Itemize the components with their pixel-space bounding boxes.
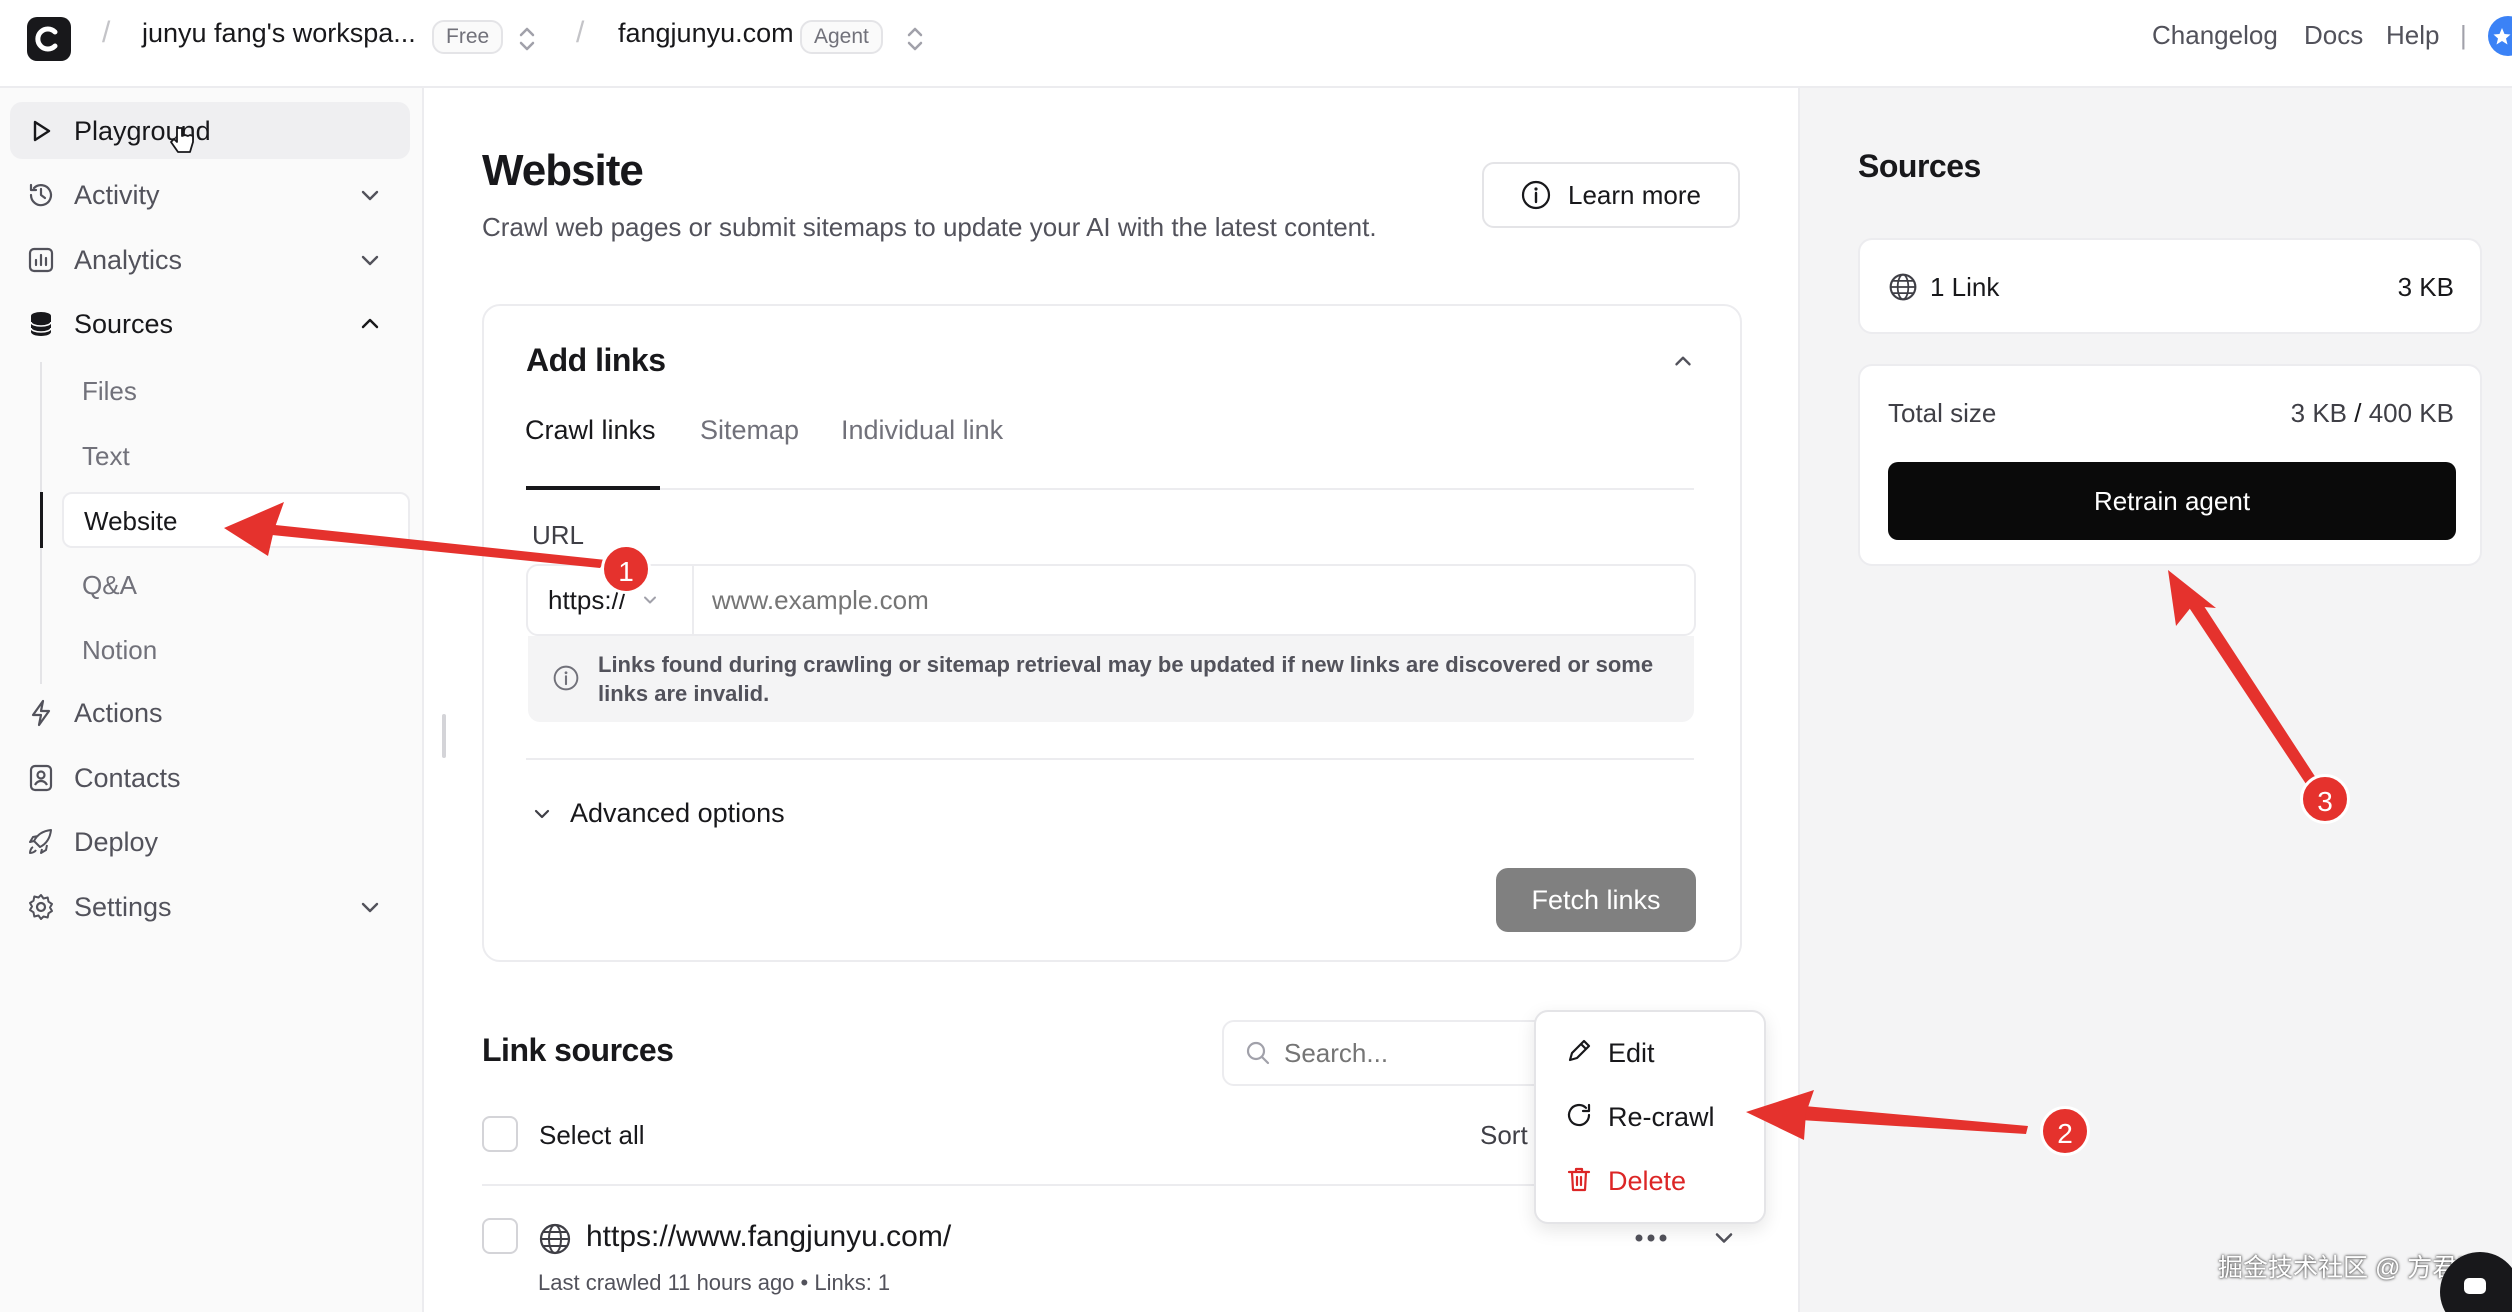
annotation-arrows [224, 502, 2316, 1140]
arrow-1 [224, 502, 606, 568]
annotation-marker-3: 3 [2300, 774, 2350, 824]
chat-bubble-button[interactable] [2440, 1252, 2512, 1312]
arrow-2 [1746, 1090, 2028, 1140]
annotation-marker-2: 2 [2040, 1106, 2090, 1156]
arrow-3 [2168, 570, 2316, 784]
annotation-marker-1: 1 [601, 544, 651, 594]
